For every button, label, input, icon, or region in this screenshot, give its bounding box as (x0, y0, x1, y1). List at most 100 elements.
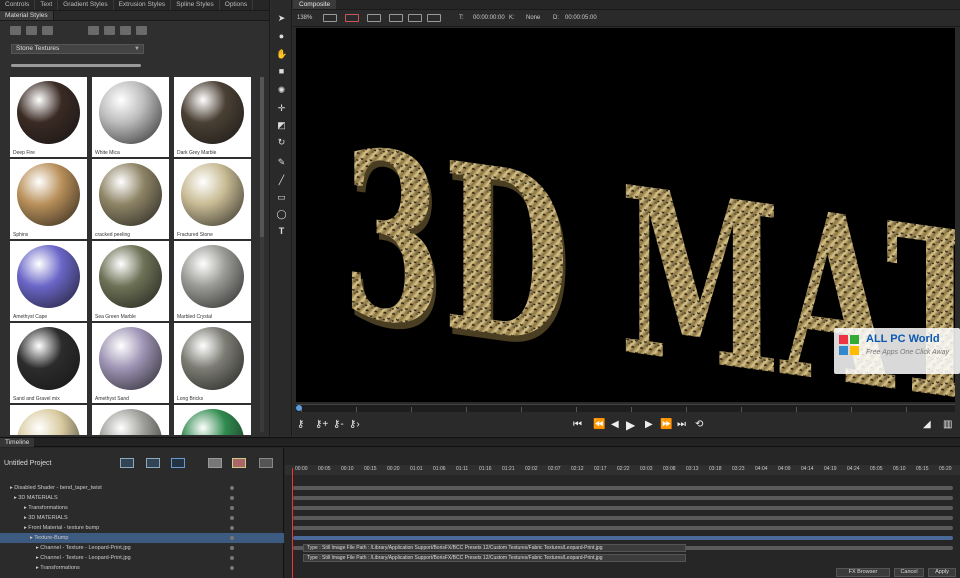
material-swatch[interactable]: Fractured Stone (174, 159, 251, 239)
tab-extrusion-styles[interactable]: Extrusion Styles (114, 0, 172, 10)
camera-view-icon[interactable] (146, 458, 160, 468)
expand-arrow-icon[interactable]: ▸ (0, 485, 14, 491)
visibility-icon[interactable] (230, 516, 234, 520)
material-swatch[interactable] (174, 405, 251, 435)
fx-browser-button[interactable]: FX Browser (836, 568, 890, 577)
tab-controls[interactable]: Controls (0, 0, 36, 10)
time-value[interactable]: 00:00:00:00 (473, 15, 505, 21)
category-dropdown[interactable]: Stone Textures ▼ (11, 44, 144, 54)
material-swatch[interactable]: Dark Grey Marble (174, 77, 251, 157)
track-row[interactable]: ▸ Transformations (0, 503, 284, 513)
scrollbar-thumb[interactable] (260, 77, 264, 237)
new-folder-icon[interactable] (26, 26, 37, 35)
material-swatch[interactable]: Sea Green Marble (92, 241, 169, 321)
material-swatch[interactable]: Marbled Crystal (174, 241, 251, 321)
track-bar[interactable] (293, 486, 953, 490)
line-tool-icon[interactable]: ╱ (276, 175, 287, 186)
time-ruler[interactable]: 00:00 00:05 00:10 00:15 00:20 01:01 01:06 01:11… (285, 465, 960, 475)
material-swatch[interactable]: Deep Fire (10, 77, 87, 157)
track-row[interactable]: ▸ Transformations (0, 563, 284, 573)
tab-timeline[interactable]: Timeline (0, 438, 35, 447)
material-swatch[interactable]: Amethyst Sand (92, 323, 169, 403)
fast-forward-icon[interactable]: ⏩ (660, 419, 672, 431)
material-swatch[interactable] (10, 405, 87, 435)
track-row[interactable]: ▸ Channel - Texture - Leopard-Print.jpg (0, 553, 284, 563)
select-arrow-icon[interactable]: ➤ (276, 13, 287, 24)
tab-composite[interactable]: Composite (293, 0, 337, 9)
cancel-button[interactable]: Cancel (894, 568, 924, 577)
track-row[interactable]: ▸ Channel - Texture - Leopard-Print.jpg (0, 543, 284, 553)
rewind-icon[interactable]: ⏪ (593, 419, 605, 431)
color-picker-icon[interactable] (232, 458, 246, 468)
solid-color-icon[interactable] (208, 458, 222, 468)
display-options-icon[interactable] (367, 14, 381, 22)
render-mode-icon[interactable] (389, 14, 403, 22)
apply-button[interactable]: Apply (928, 568, 956, 577)
material-swatch[interactable]: Sand and Gravel mix (10, 323, 87, 403)
go-to-end-icon[interactable]: ⏭ (677, 419, 686, 431)
add-key-icon[interactable]: ⚷+ (315, 419, 328, 431)
filmstrip-icon[interactable]: ▥ (943, 419, 952, 431)
step-forward-icon[interactable]: ▶ (645, 419, 653, 431)
expand-arrow-icon[interactable]: ▸ (0, 505, 28, 511)
track-bar[interactable] (293, 516, 953, 520)
material-swatch[interactable]: Long Bricks (174, 323, 251, 403)
sphere-tool-icon[interactable]: ● (276, 31, 287, 42)
view-mode-icon[interactable] (323, 14, 337, 22)
tab-gradient-styles[interactable]: Gradient Styles (58, 0, 114, 10)
collapse-icon[interactable] (104, 26, 115, 35)
track-bar[interactable] (293, 496, 953, 500)
expand-arrow-icon[interactable]: ▸ (0, 525, 28, 531)
layers-icon[interactable] (120, 458, 134, 468)
duration-value[interactable]: 00:00:05:00 (565, 15, 597, 21)
material-swatch[interactable]: Sphinx (10, 159, 87, 239)
tab-spline-styles[interactable]: Spline Styles (171, 0, 220, 10)
track-row[interactable]: ▸ 3D MATERIALS (0, 493, 284, 503)
zoom-level[interactable]: 138% (297, 15, 312, 21)
track-row[interactable]: ▸ 3D MATERIALS (0, 513, 284, 523)
visibility-icon[interactable] (230, 566, 234, 570)
move-tool-icon[interactable]: ✛ (276, 103, 287, 114)
gradient-tool-icon[interactable]: ◩ (276, 120, 287, 131)
save-folder-icon[interactable] (42, 26, 53, 35)
track-row[interactable]: ▸ Texture-Bump (0, 533, 284, 543)
expand-arrow-icon[interactable]: ▸ (0, 565, 40, 571)
visibility-icon[interactable] (230, 486, 234, 490)
track-row[interactable]: ▸ Disabled Shader - bend_taper_twist (0, 483, 284, 493)
visibility-icon[interactable] (230, 556, 234, 560)
visibility-icon[interactable] (230, 536, 234, 540)
square-tool-icon[interactable]: ■ (276, 66, 287, 77)
visibility-icon[interactable] (230, 526, 234, 530)
material-scrollbar[interactable] (260, 77, 264, 432)
track-row[interactable]: ▸ Front Material - texture bump (0, 523, 284, 533)
rotate-tool-icon[interactable]: ↻ (276, 137, 287, 148)
material-swatch[interactable]: White Mica (92, 77, 169, 157)
viewer-scrubber[interactable] (296, 404, 955, 412)
key-icon[interactable]: ⚷ (297, 419, 304, 431)
step-back-icon[interactable]: ◀ (611, 419, 619, 431)
open-folder-icon[interactable] (10, 26, 21, 35)
image-param-field[interactable]: Type : Still Image File Path : /Library/… (303, 554, 686, 562)
expand-arrow-icon[interactable]: ▸ (0, 545, 40, 551)
track-bar[interactable] (293, 526, 953, 530)
track-options-icon[interactable] (171, 458, 185, 468)
keyframe-value[interactable]: None (526, 15, 540, 21)
next-key-icon[interactable]: ⚷› (349, 419, 360, 431)
expand-arrow-icon[interactable]: ▸ (0, 535, 34, 541)
list-view-icon[interactable] (120, 26, 131, 35)
safe-area-icon[interactable] (427, 14, 441, 22)
timeline-playhead[interactable] (292, 468, 293, 578)
play-icon[interactable]: ▶ (626, 419, 635, 431)
visibility-icon[interactable] (230, 546, 234, 550)
track-bar[interactable] (293, 536, 953, 540)
hand-tool-icon[interactable]: ✋ (276, 49, 287, 60)
trash-icon[interactable] (136, 26, 147, 35)
rectangle-tool-icon[interactable]: ▭ (276, 192, 287, 203)
camera-icon[interactable] (408, 14, 422, 22)
viewer-playhead[interactable] (296, 405, 302, 411)
ellipse-tool-icon[interactable]: ◯ (276, 209, 287, 220)
loop-icon[interactable]: ⟲ (695, 419, 703, 431)
thumbnail-size-slider[interactable] (11, 64, 141, 67)
track-bar[interactable] (293, 506, 953, 510)
expand-icon[interactable] (88, 26, 99, 35)
